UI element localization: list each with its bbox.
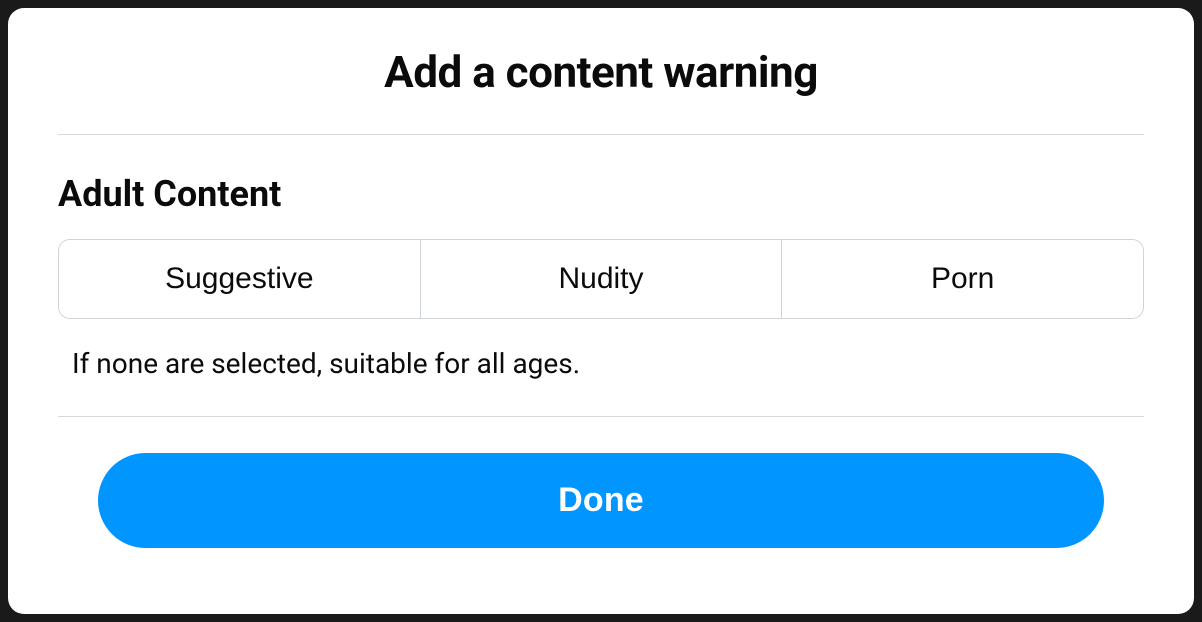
option-suggestive[interactable]: Suggestive: [59, 240, 420, 318]
section-heading: Adult Content: [58, 173, 1144, 215]
modal-footer: Done: [8, 417, 1194, 588]
content-warning-modal: Add a content warning Adult Content Sugg…: [8, 8, 1194, 614]
adult-content-section: Adult Content Suggestive Nudity Porn If …: [8, 135, 1194, 416]
helper-text: If none are selected, suitable for all a…: [58, 347, 1144, 416]
content-options-group: Suggestive Nudity Porn: [58, 239, 1144, 319]
done-button[interactable]: Done: [98, 453, 1104, 548]
option-nudity[interactable]: Nudity: [420, 240, 782, 318]
option-porn[interactable]: Porn: [781, 240, 1143, 318]
modal-header: Add a content warning: [8, 8, 1194, 134]
modal-title: Add a content warning: [48, 46, 1154, 98]
